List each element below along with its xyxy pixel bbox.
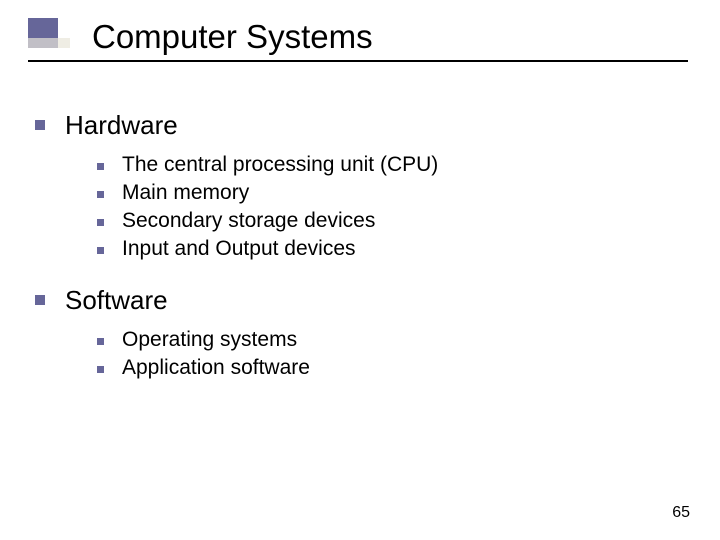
sub-list: Operating systems Application software bbox=[97, 328, 685, 380]
bullet-square-icon bbox=[97, 191, 104, 198]
title-underline bbox=[28, 60, 688, 62]
list-item-text: Application software bbox=[122, 356, 310, 380]
bullet-square-icon bbox=[35, 295, 45, 305]
bullet-square-icon bbox=[97, 366, 104, 373]
list-item: Input and Output devices bbox=[97, 237, 685, 261]
list-item: Operating systems bbox=[97, 328, 685, 352]
bullet-square-icon bbox=[97, 247, 104, 254]
list-item-text: Secondary storage devices bbox=[122, 209, 375, 233]
bullet-square-icon bbox=[97, 219, 104, 226]
section-heading: Software bbox=[35, 285, 685, 316]
list-item-text: Operating systems bbox=[122, 328, 297, 352]
section-heading-text: Software bbox=[65, 285, 168, 316]
section-heading: Hardware bbox=[35, 110, 685, 141]
bullet-square-icon bbox=[97, 163, 104, 170]
list-item-text: Input and Output devices bbox=[122, 237, 356, 261]
sub-list: The central processing unit (CPU) Main m… bbox=[97, 153, 685, 261]
content-area: Hardware The central processing unit (CP… bbox=[35, 110, 685, 404]
list-item: Main memory bbox=[97, 181, 685, 205]
list-item: The central processing unit (CPU) bbox=[97, 153, 685, 177]
list-item-text: Main memory bbox=[122, 181, 249, 205]
list-item: Application software bbox=[97, 356, 685, 380]
bullet-square-icon bbox=[97, 338, 104, 345]
list-item: Secondary storage devices bbox=[97, 209, 685, 233]
bullet-square-icon bbox=[35, 120, 45, 130]
page-number: 65 bbox=[672, 504, 690, 522]
title-strip-icon bbox=[28, 38, 70, 48]
list-item-text: The central processing unit (CPU) bbox=[122, 153, 438, 177]
page-title: Computer Systems bbox=[92, 18, 373, 56]
section-heading-text: Hardware bbox=[65, 110, 178, 141]
